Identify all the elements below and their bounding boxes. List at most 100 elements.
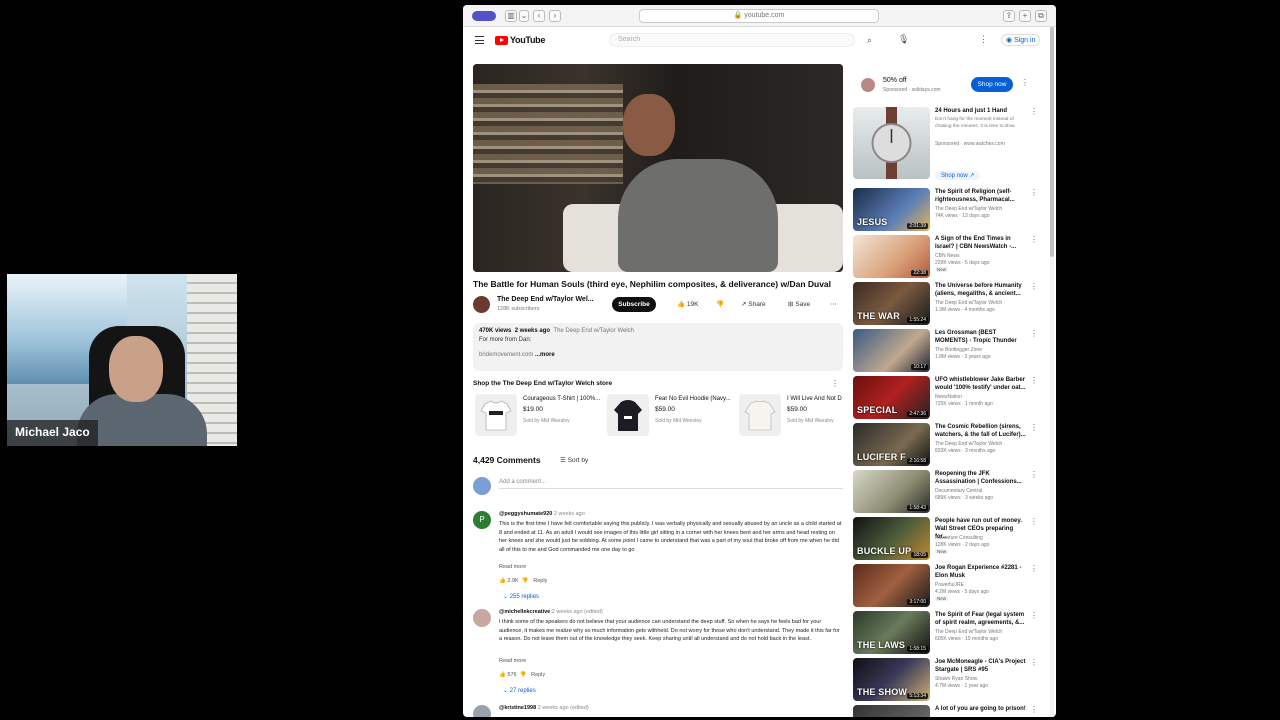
thumbs-up-icon[interactable]: 👍 [499, 578, 506, 584]
recommendation-thumbnail[interactable]: 1:58:43 [853, 470, 930, 513]
read-more-link[interactable]: Read more [499, 658, 526, 664]
recommendation-title[interactable]: Joe McMoneagle - CIA's Project Stargate … [935, 658, 1027, 674]
recommendation-item[interactable]: LUCIFER F 2:16:58 The Cosmic Rebellion (si… [853, 423, 1043, 467]
recommendation-item[interactable]: 24 Hours and just 1 Hand Don't hang for t… [853, 107, 1043, 180]
recommendation-thumbnail[interactable] [853, 107, 930, 179]
search-icon[interactable]: ⌕ [867, 35, 872, 46]
share-icon[interactable]: ⇪ [1003, 10, 1015, 22]
tabs-icon[interactable]: ⧉ [1035, 10, 1047, 22]
recommendation-item[interactable]: JESUS 2:01:39 The Spirit of Religion (self… [853, 188, 1043, 232]
comment-author-handle[interactable]: @michellekcreative [499, 609, 550, 615]
channel-name[interactable]: The Deep End w/Taylor Wel... [497, 296, 594, 303]
comment-avatar[interactable] [473, 609, 491, 627]
dislike-button[interactable]: 👎 [716, 299, 724, 311]
recommendation-channel[interactable]: The Deep End w/Taylor Welch [935, 629, 1002, 635]
save-button[interactable]: ⊞ Save [788, 299, 810, 311]
recommendation-channel[interactable]: CBN News [935, 253, 959, 259]
description-link[interactable]: bridemovement.com [479, 352, 533, 358]
recommendation-thumbnail[interactable]: THE SHOW 5:13:34 [853, 658, 930, 701]
recommendation-item[interactable]: THE SHOW 5:13:34 Joe McMoneagle - CIA's Pr… [853, 658, 1043, 702]
recommendation-thumbnail[interactable] [853, 705, 930, 717]
description-more[interactable]: ...more [535, 352, 555, 358]
recommendation-channel[interactable]: The Bootlegger Zone [935, 347, 982, 353]
recommendation-channel[interactable]: PowerfulJRE [935, 582, 964, 588]
mic-icon[interactable]: 🎙 [898, 34, 909, 45]
reply-button[interactable]: Reply [533, 578, 547, 584]
recommendation-more-icon[interactable]: ⋮ [1030, 517, 1038, 526]
shop-item[interactable]: I Will Live And Not D $59.00 Sold by Mid… [739, 394, 864, 438]
recommendation-more-icon[interactable]: ⋮ [1030, 107, 1038, 116]
recommendation-thumbnail[interactable]: 10:17 [853, 329, 930, 372]
sidebar-toggle-icon[interactable]: ▥ [505, 10, 517, 22]
ad-more-icon[interactable]: ⋮ [1021, 78, 1029, 87]
forward-icon[interactable]: › [549, 10, 561, 22]
recommendation-item[interactable]: 10:17 Les Grossman (BEST MOMENTS) - Tropi… [853, 329, 1043, 373]
add-comment-input[interactable]: Add a comment... [499, 479, 843, 489]
youtube-logo[interactable]: YouTube [495, 35, 545, 45]
sidebar-ad[interactable]: 50% off Sponsored · solidays.com Shop no… [853, 75, 1031, 99]
replies-toggle[interactable]: ⌄ 255 replies [503, 593, 539, 600]
thumbs-down-icon[interactable]: 👎 [522, 578, 529, 584]
recommendation-item[interactable]: BUCKLE UP 18:05 People have run out of mon… [853, 517, 1043, 561]
recommendation-more-icon[interactable]: ⋮ [1030, 188, 1038, 197]
recommendation-shop-now-button[interactable]: Shop now ↗ [935, 171, 981, 180]
replies-toggle[interactable]: ⌄ 27 replies [503, 687, 536, 694]
comment-author[interactable]: @peggyshumate920 2 weeks ago [499, 511, 585, 517]
recommendation-channel[interactable]: Adventure Consulting [935, 535, 983, 541]
recommendation-more-icon[interactable]: ⋮ [1030, 235, 1038, 244]
new-tab-icon[interactable]: + [1019, 10, 1031, 22]
video-player[interactable] [473, 64, 843, 272]
recommendation-channel[interactable]: Documentary Central [935, 488, 982, 494]
back-icon[interactable]: ‹ [533, 10, 545, 22]
more-options-icon[interactable]: ⋮ [979, 34, 988, 45]
recommendation-title[interactable]: The Spirit of Fear (legal system of spir… [935, 611, 1027, 627]
recommendation-more-icon[interactable]: ⋮ [1030, 282, 1038, 291]
recommendation-more-icon[interactable]: ⋮ [1030, 470, 1038, 479]
recommendation-more-icon[interactable]: ⋮ [1030, 376, 1038, 385]
recommendation-item[interactable]: A lot of you are going to prison! ⋮ [853, 705, 1043, 717]
recommendation-title[interactable]: A Sign of the End Times in Israel? | CBN… [935, 235, 1027, 251]
recommendation-thumbnail[interactable]: 3:17:00 [853, 564, 930, 607]
comment-author-handle[interactable]: @peggyshumate920 [499, 511, 552, 517]
address-bar[interactable]: 🔒 youtube.com [639, 9, 879, 23]
recommendation-title[interactable]: The Cosmic Rebellion (sirens, watchers, … [935, 423, 1027, 439]
menu-icon[interactable] [475, 36, 484, 44]
ad-shop-now-button[interactable]: Shop now [971, 77, 1013, 92]
recommendation-title[interactable]: The Spirit of Religion (self-righteousne… [935, 188, 1027, 204]
shop-more-icon[interactable]: ⋮ [831, 379, 839, 388]
recommendation-thumbnail[interactable]: JESUS 2:01:39 [853, 188, 930, 231]
thumbs-up-icon[interactable]: 👍 [499, 672, 506, 678]
recommendation-title[interactable]: 24 Hours and just 1 Hand [935, 107, 1027, 115]
share-button[interactable]: ↗ Share [741, 299, 766, 311]
recommendation-thumbnail[interactable]: SPECIAL 2:47:36 [853, 376, 930, 419]
recommendation-title[interactable]: UFO whistleblower Jake Barber would '100… [935, 376, 1027, 392]
sort-button[interactable]: ☰ Sort by [560, 456, 588, 464]
recommendation-thumbnail[interactable]: THE WAR 1:55:24 [853, 282, 930, 325]
recommendation-more-icon[interactable]: ⋮ [1030, 564, 1038, 573]
recommendation-thumbnail[interactable]: LUCIFER F 2:16:58 [853, 423, 930, 466]
recommendation-channel[interactable]: Don't hang for the moment instead of cha… [935, 116, 1025, 130]
comment-avatar[interactable]: P [473, 511, 491, 529]
sign-in-button[interactable]: ◉ Sign in [1001, 34, 1041, 46]
recommendation-title[interactable]: A lot of you are going to prison! [935, 705, 1027, 713]
recommendation-item[interactable]: THE WAR 1:55:24 The Universe before Humani… [853, 282, 1043, 326]
video-description[interactable]: 470K views 2 weeks ago The Deep End w/Ta… [473, 323, 843, 371]
page-scrollbar[interactable] [1050, 27, 1054, 717]
subscribe-button[interactable]: Subscribe [612, 297, 656, 312]
recommendation-channel[interactable]: The Deep End w/Taylor Welch [935, 300, 1002, 306]
like-button[interactable]: 👍 19K [677, 299, 698, 311]
recommendation-channel[interactable]: The Deep End w/Taylor Welch [935, 206, 1002, 212]
shop-item[interactable]: Fear No Evil Hoodie (Navy... $59.00 Sold… [607, 394, 732, 438]
recommendation-more-icon[interactable]: ⋮ [1030, 329, 1038, 338]
comment-author[interactable]: @kristine1998 2 weeks ago (edited) [499, 705, 589, 711]
recommendation-channel[interactable]: The Deep End w/Taylor Welch [935, 441, 1002, 447]
recommendation-more-icon[interactable]: ⋮ [1030, 658, 1038, 667]
recommendation-title[interactable]: The Universe before Humanity (aliens, me… [935, 282, 1027, 298]
comment-author[interactable]: @michellekcreative 2 weeks ago (edited) [499, 609, 603, 615]
recommendation-more-icon[interactable]: ⋮ [1030, 423, 1038, 432]
read-more-link[interactable]: Read more [499, 564, 526, 570]
more-actions-icon[interactable]: ⋯ [830, 299, 837, 311]
thumbs-down-icon[interactable]: 👎 [520, 672, 527, 678]
recommendation-channel[interactable]: Shawn Ryan Show [935, 676, 977, 682]
recommendation-more-icon[interactable]: ⋮ [1030, 705, 1038, 714]
